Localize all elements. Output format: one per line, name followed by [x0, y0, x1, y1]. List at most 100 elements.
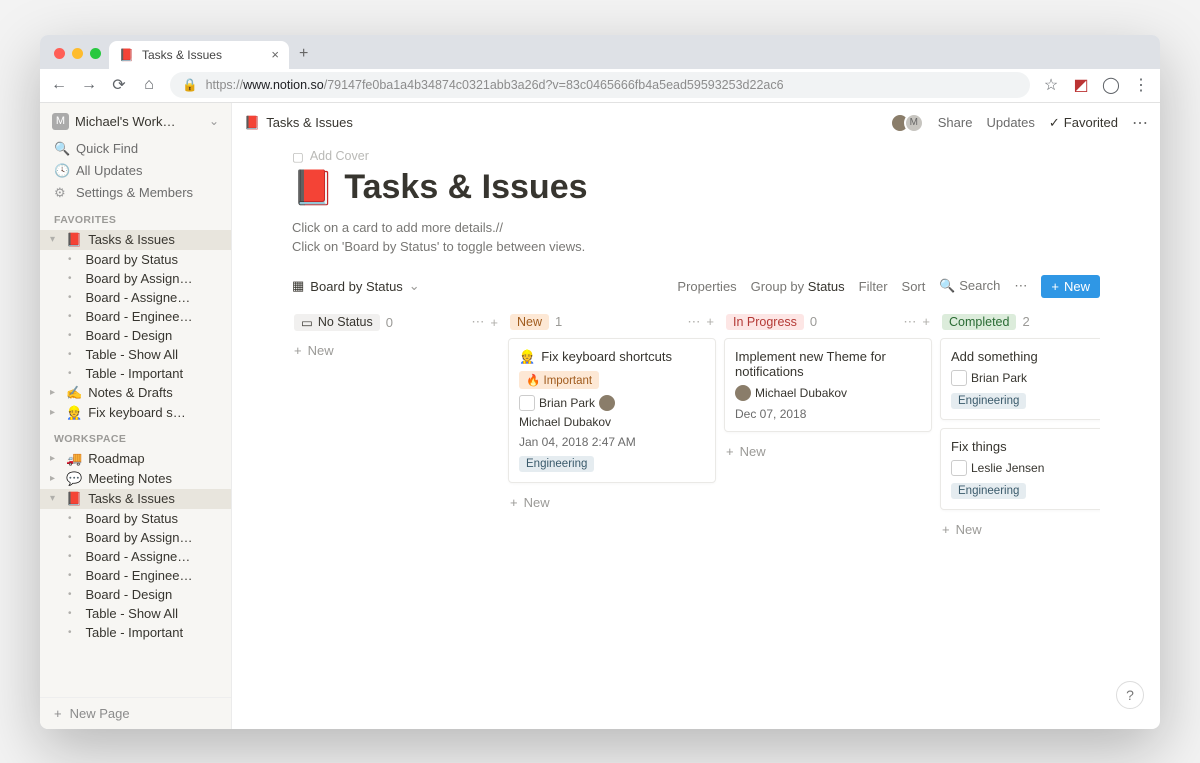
search-button[interactable]: 🔍 Search [939, 278, 1000, 294]
sidebar-item[interactable]: ▾📕Tasks & Issues [40, 230, 231, 250]
board-icon: ▦ [292, 278, 304, 294]
sidebar-item[interactable]: • Board - Enginee… [40, 566, 231, 585]
quick-find[interactable]: 🔍Quick Find [40, 138, 231, 160]
add-card-icon[interactable]: + [922, 314, 930, 329]
sidebar-item[interactable]: •Board by Status [40, 509, 231, 528]
bullet-icon: • [68, 570, 72, 581]
maximize-window-icon[interactable] [90, 48, 101, 59]
sidebar-item[interactable]: •Table - Show All [40, 604, 231, 623]
browser-menu-icon[interactable]: ⋮ [1132, 75, 1150, 95]
sidebar-item[interactable]: •Board by Assign… [40, 528, 231, 547]
updates-button[interactable]: Updates [986, 115, 1034, 130]
close-window-icon[interactable] [54, 48, 65, 59]
minimize-window-icon[interactable] [72, 48, 83, 59]
status-pill[interactable]: New [510, 314, 549, 330]
sidebar-item[interactable]: ▸✍️Notes & Drafts [40, 383, 231, 403]
bullet-icon: • [68, 273, 72, 284]
plus-icon: + [510, 495, 518, 510]
add-card-button[interactable]: +New [292, 339, 500, 362]
properties-button[interactable]: Properties [677, 279, 736, 294]
share-button[interactable]: Share [938, 115, 973, 130]
disclosure-icon[interactable]: ▸ [50, 453, 60, 464]
back-icon[interactable]: ← [50, 76, 68, 94]
forward-icon[interactable]: → [80, 76, 98, 94]
view-picker[interactable]: ▦ Board by Status ⌄ [292, 278, 420, 294]
sidebar-item[interactable]: •Board - Design [40, 326, 231, 345]
new-page-button[interactable]: + New Page [40, 697, 231, 729]
add-card-icon[interactable]: + [490, 315, 498, 330]
disclosure-icon[interactable]: ▸ [50, 473, 60, 484]
sidebar-item[interactable]: ▸🚚Roadmap [40, 449, 231, 469]
close-tab-icon[interactable]: × [271, 47, 279, 62]
disclosure-icon[interactable]: ▾ [50, 234, 60, 245]
column-menu-icon[interactable]: ⋯ [471, 314, 484, 330]
status-pill[interactable]: In Progress [726, 314, 804, 330]
sidebar-item[interactable]: •Board - Enginee… [40, 307, 231, 326]
tag-engineering: Engineering [951, 393, 1026, 409]
favorited-button[interactable]: ✓Favorited [1049, 115, 1118, 131]
page-description[interactable]: Click on a card to add more details.// C… [292, 218, 1100, 257]
board-card[interactable]: 👷Fix keyboard shortcuts🔥 ImportantBrian … [508, 338, 716, 483]
sidebar-item[interactable]: •Table - Show All [40, 345, 231, 364]
board-card[interactable]: Add somethingBrian Park Engineering [940, 338, 1100, 420]
filter-button[interactable]: Filter [859, 279, 888, 294]
page-icon[interactable]: 📕 [292, 168, 334, 208]
reload-icon[interactable]: ⟳ [110, 75, 128, 95]
view-more-icon[interactable]: ⋯ [1014, 278, 1027, 294]
window-controls [48, 48, 109, 69]
sidebar-item-label: Board - Enginee… [86, 568, 193, 583]
browser-tab[interactable]: 📕 Tasks & Issues × [109, 41, 289, 69]
star-icon[interactable]: ☆ [1042, 75, 1060, 95]
workspace-switcher[interactable]: M Michael's Work… ⌄ [40, 103, 231, 138]
board-column: ▭No Status0⋯++New [292, 312, 500, 541]
new-button[interactable]: +New [1041, 275, 1100, 298]
board-card[interactable]: Fix thingsLeslie Jensen Engineering [940, 428, 1100, 510]
status-pill[interactable]: Completed [942, 314, 1016, 330]
presence-avatars[interactable]: M [896, 113, 924, 133]
add-cover-button[interactable]: ▢ Add Cover [292, 143, 1100, 166]
extension-icon[interactable]: ◩ [1072, 75, 1090, 95]
sidebar-item[interactable]: •Table - Important [40, 364, 231, 383]
add-card-button[interactable]: +New [508, 491, 716, 514]
add-card-button[interactable]: +New [724, 440, 932, 463]
home-icon[interactable]: ⌂ [140, 76, 158, 94]
board-card[interactable]: Implement new Theme for notificationsMic… [724, 338, 932, 432]
status-pill[interactable]: ▭No Status [294, 314, 380, 331]
disclosure-icon[interactable]: ▸ [50, 387, 60, 398]
sidebar-item[interactable]: •Board by Status [40, 250, 231, 269]
sidebar-item[interactable]: ▾📕Tasks & Issues [40, 489, 231, 509]
column-menu-icon[interactable]: ⋯ [903, 314, 916, 330]
page-title[interactable]: 📕 Tasks & Issues [292, 166, 1100, 218]
all-updates[interactable]: 🕓All Updates [40, 160, 231, 182]
sidebar-item[interactable]: •Board by Assign… [40, 269, 231, 288]
sidebar-item[interactable]: •Table - Important [40, 623, 231, 642]
page-menu-icon[interactable]: ⋯ [1132, 113, 1148, 133]
address-bar[interactable]: 🔒 https://www.notion.so/79147fe0ba1a4b34… [170, 72, 1030, 98]
add-card-icon[interactable]: + [706, 314, 714, 329]
new-tab-button[interactable]: + [289, 45, 318, 69]
sort-button[interactable]: Sort [902, 279, 926, 294]
bullet-icon: • [68, 292, 72, 303]
column-menu-icon[interactable]: ⋯ [687, 314, 700, 330]
sidebar-item[interactable]: ▸💬Meeting Notes [40, 469, 231, 489]
card-title: Implement new Theme for notifications [735, 349, 921, 379]
bullet-icon: • [68, 513, 72, 524]
add-card-button[interactable]: +New [940, 518, 1100, 541]
url-host: www.notion.so [243, 78, 324, 92]
settings-members[interactable]: ⚙Settings & Members [40, 182, 231, 204]
groupby-button[interactable]: Group by Status [751, 279, 845, 294]
sidebar-item[interactable]: ▸👷Fix keyboard s… [40, 403, 231, 423]
sidebar-item-label: Table - Important [86, 366, 184, 381]
sidebar-item[interactable]: •Board - Assigne… [40, 288, 231, 307]
profile-icon[interactable]: ◯ [1102, 75, 1120, 95]
card-title: Fix things [951, 439, 1100, 454]
disclosure-icon[interactable]: ▾ [50, 493, 60, 504]
card-title: 👷Fix keyboard shortcuts [519, 349, 705, 365]
breadcrumb[interactable]: 📕 Tasks & Issues [244, 115, 353, 131]
sidebar-item[interactable]: •Board - Design [40, 585, 231, 604]
disclosure-icon[interactable]: ▸ [50, 407, 60, 418]
help-button[interactable]: ? [1116, 681, 1144, 709]
breadcrumb-icon: 📕 [244, 115, 260, 131]
sidebar-item[interactable]: •Board - Assigne… [40, 547, 231, 566]
column-header: ▭No Status0⋯+ [292, 312, 500, 339]
